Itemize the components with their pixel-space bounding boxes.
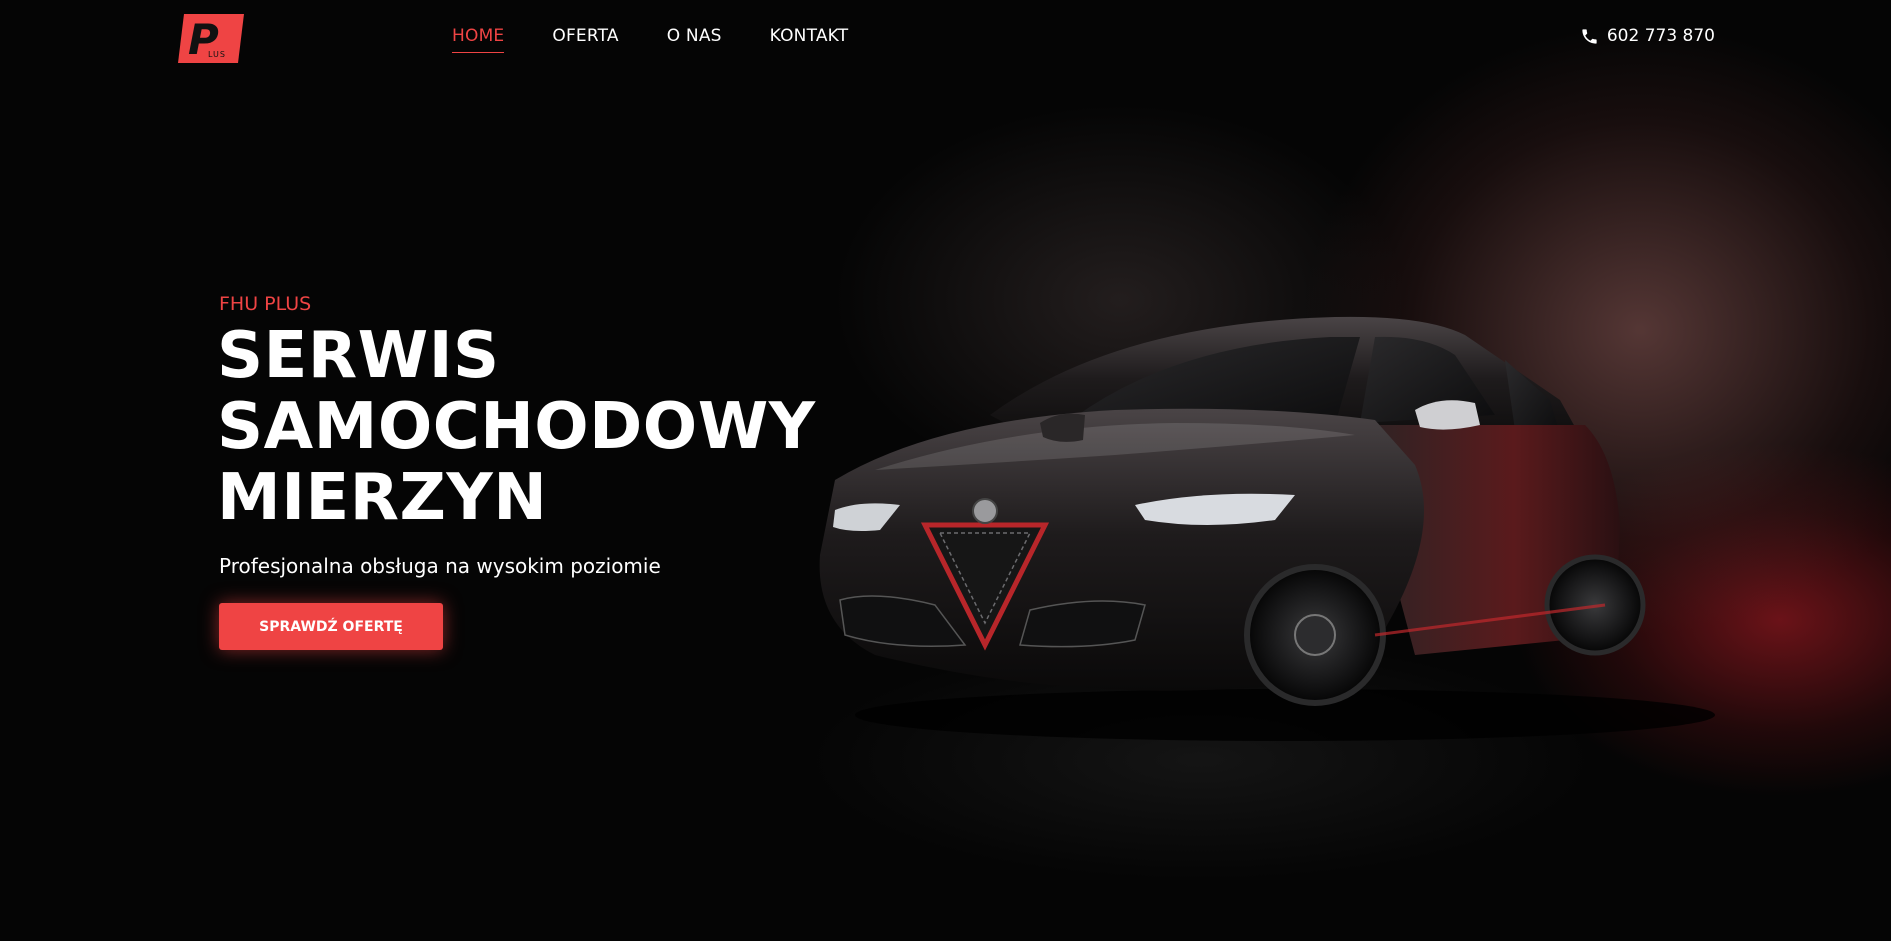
nav-item-home[interactable]: HOME: [452, 26, 505, 53]
logo[interactable]: P LUS: [178, 14, 244, 63]
headline-line: SAMOCHODOWY: [217, 390, 816, 464]
headline-line: SERWIS: [217, 319, 500, 393]
hero-eyebrow: FHU PLUS: [219, 293, 312, 315]
main-nav: HOME OFERTA O NAS KONTAKT: [452, 26, 848, 53]
phone-number: 602 773 870: [1606, 26, 1715, 46]
nav-item-o-nas[interactable]: O NAS: [667, 26, 722, 53]
nav-item-kontakt[interactable]: KONTAKT: [770, 26, 849, 53]
phone-link[interactable]: 602 773 870: [1580, 26, 1715, 46]
check-offer-button[interactable]: SPRAWDŹ OFERTĘ: [219, 603, 443, 650]
logo-subtext: LUS: [208, 50, 226, 59]
headline-line: MIERZYN: [217, 461, 548, 535]
phone-icon: [1582, 28, 1597, 44]
car-image: [819, 316, 1715, 741]
nav-item-oferta[interactable]: OFERTA: [552, 26, 618, 53]
hero-headline: SERWIS SAMOCHODOWY MIERZYN: [217, 321, 816, 534]
hero-page: P LUS HOME OFERTA O NAS KONTAKT 602 773 …: [0, 0, 1891, 941]
hero-subtitle: Profesjonalna obsługa na wysokim poziomi…: [219, 554, 661, 578]
